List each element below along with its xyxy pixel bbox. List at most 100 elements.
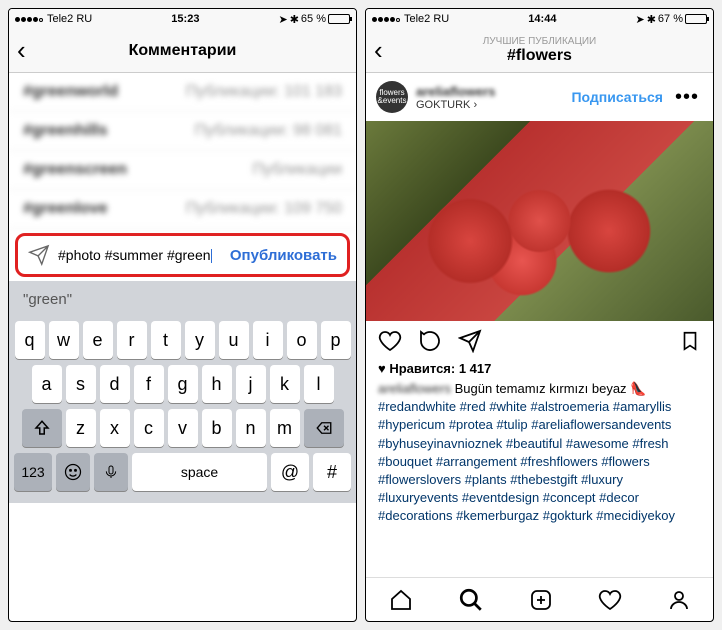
key-s[interactable]: s xyxy=(66,365,96,403)
hashtag[interactable]: #freshflowers xyxy=(520,454,601,469)
key-e[interactable]: e xyxy=(83,321,113,359)
keyboard: qwertyuiop asdfghjkl zxcvbnm 123 space @… xyxy=(9,317,356,503)
comment-icon[interactable] xyxy=(418,329,442,353)
like-icon[interactable] xyxy=(378,329,402,353)
suggestion-row[interactable]: #greenhillsПубликации: 98 081 xyxy=(9,112,356,151)
key-u[interactable]: u xyxy=(219,321,249,359)
key-h[interactable]: h xyxy=(202,365,232,403)
hashtag-suggestions: #greenworldПубликации: 101 183 #greenhil… xyxy=(9,73,356,229)
carrier-label: Tele2 RU xyxy=(47,13,92,25)
key-p[interactable]: p xyxy=(321,321,351,359)
caption: areliaflowers Bugün temamız kırmızı beya… xyxy=(366,380,713,526)
backspace-key[interactable] xyxy=(304,409,344,447)
publish-button[interactable]: Опубликовать xyxy=(230,247,337,264)
at-key[interactable]: @ xyxy=(271,453,309,491)
hashtag[interactable]: #kemerburgaz xyxy=(456,508,543,523)
hashtag[interactable]: #decor xyxy=(599,490,639,505)
hashtag[interactable]: #amaryllis xyxy=(613,399,672,414)
post-photo[interactable] xyxy=(366,121,713,321)
hashtag[interactable]: #protea xyxy=(449,417,497,432)
mic-key[interactable] xyxy=(94,453,128,491)
space-key[interactable]: space xyxy=(132,453,267,491)
location-icon: ➤ xyxy=(635,13,644,26)
suggestion-row[interactable]: #greenworldПубликации: 101 183 xyxy=(9,73,356,112)
follow-button[interactable]: Подписаться xyxy=(571,89,663,105)
profile-tab[interactable] xyxy=(667,588,691,612)
hashtag[interactable]: #thebestgift xyxy=(510,472,581,487)
key-b[interactable]: b xyxy=(202,409,232,447)
hashtag[interactable]: #eventdesign xyxy=(462,490,543,505)
hashtag[interactable]: #luxury xyxy=(581,472,623,487)
emoji-key[interactable] xyxy=(56,453,90,491)
hashtag[interactable]: #tulip xyxy=(497,417,532,432)
caption-username[interactable]: areliaflowers xyxy=(378,381,451,396)
key-a[interactable]: a xyxy=(32,365,62,403)
hashtag[interactable]: #awesome xyxy=(566,436,632,451)
hashtag[interactable]: #hypericum xyxy=(378,417,449,432)
activity-tab[interactable] xyxy=(598,588,622,612)
username[interactable]: areliaflowers xyxy=(416,84,563,99)
hashtag[interactable]: #fresh xyxy=(632,436,668,451)
key-d[interactable]: d xyxy=(100,365,130,403)
key-w[interactable]: w xyxy=(49,321,79,359)
nav-bar: ‹ Комментарии xyxy=(9,29,356,73)
hashtag[interactable]: #red xyxy=(460,399,490,414)
hashtag[interactable]: #gokturk xyxy=(543,508,596,523)
key-z[interactable]: z xyxy=(66,409,96,447)
bookmark-icon[interactable] xyxy=(679,329,701,353)
hashtag[interactable]: #alstroemeria xyxy=(531,399,613,414)
key-v[interactable]: v xyxy=(168,409,198,447)
suggestion-row[interactable]: #greenloveПубликации: 109 750 xyxy=(9,190,356,229)
hashtag[interactable]: #beautiful xyxy=(506,436,566,451)
right-screenshot: Tele2 RU 14:44 ➤ ✱ 67 % ‹ ЛУЧШИЕ ПУБЛИКА… xyxy=(365,8,714,622)
clock: 14:44 xyxy=(528,13,556,25)
hashtag[interactable]: #byhuseyinavnioznek xyxy=(378,436,506,451)
hashtag[interactable]: #redandwhite xyxy=(378,399,460,414)
shift-key[interactable] xyxy=(22,409,62,447)
location-icon: ➤ xyxy=(278,13,287,26)
key-f[interactable]: f xyxy=(134,365,164,403)
hashtag[interactable]: #plants xyxy=(465,472,511,487)
key-m[interactable]: m xyxy=(270,409,300,447)
hashtag[interactable]: #mecidiyekoy xyxy=(596,508,675,523)
keyboard-suggestion-bar[interactable]: "green" xyxy=(9,281,356,317)
carrier-label: Tele2 RU xyxy=(404,13,449,25)
likes-count[interactable]: ♥ Нравится: 1 417 xyxy=(366,361,713,380)
hashtag[interactable]: #concept xyxy=(543,490,599,505)
key-i[interactable]: i xyxy=(253,321,283,359)
hashtag[interactable]: #decorations xyxy=(378,508,456,523)
location[interactable]: GOKTURK › xyxy=(416,99,563,111)
key-y[interactable]: y xyxy=(185,321,215,359)
hashtag[interactable]: #areliaflowersandevents xyxy=(531,417,671,432)
key-c[interactable]: c xyxy=(134,409,164,447)
key-j[interactable]: j xyxy=(236,365,266,403)
search-tab[interactable] xyxy=(458,587,484,613)
hashtag[interactable]: #arrangement xyxy=(436,454,521,469)
hashtag[interactable]: #luxuryevents xyxy=(378,490,462,505)
comment-text[interactable]: #photo #summer #green xyxy=(58,246,222,264)
key-k[interactable]: k xyxy=(270,365,300,403)
key-g[interactable]: g xyxy=(168,365,198,403)
key-o[interactable]: o xyxy=(287,321,317,359)
hash-key[interactable]: # xyxy=(313,453,351,491)
avatar[interactable]: flowers &events xyxy=(376,81,408,113)
share-icon[interactable] xyxy=(458,329,482,353)
home-tab[interactable] xyxy=(389,588,413,612)
hashtag[interactable]: #flowerslovers xyxy=(378,472,465,487)
key-t[interactable]: t xyxy=(151,321,181,359)
key-x[interactable]: x xyxy=(100,409,130,447)
hashtag[interactable]: #bouquet xyxy=(378,454,436,469)
caption-text: Bugün temamız kırmızı beyaz xyxy=(455,381,627,396)
key-l[interactable]: l xyxy=(304,365,334,403)
suggestion-row[interactable]: #greenscreenПубликации xyxy=(9,151,356,190)
add-tab[interactable] xyxy=(529,588,553,612)
more-button[interactable]: ••• xyxy=(671,86,703,109)
hashtag[interactable]: #white xyxy=(489,399,530,414)
key-r[interactable]: r xyxy=(117,321,147,359)
battery-icon xyxy=(328,14,350,24)
status-bar: Tele2 RU 14:44 ➤ ✱ 67 % xyxy=(366,9,713,29)
numbers-key[interactable]: 123 xyxy=(14,453,52,491)
key-n[interactable]: n xyxy=(236,409,266,447)
hashtag[interactable]: #flowers xyxy=(601,454,649,469)
key-q[interactable]: q xyxy=(15,321,45,359)
